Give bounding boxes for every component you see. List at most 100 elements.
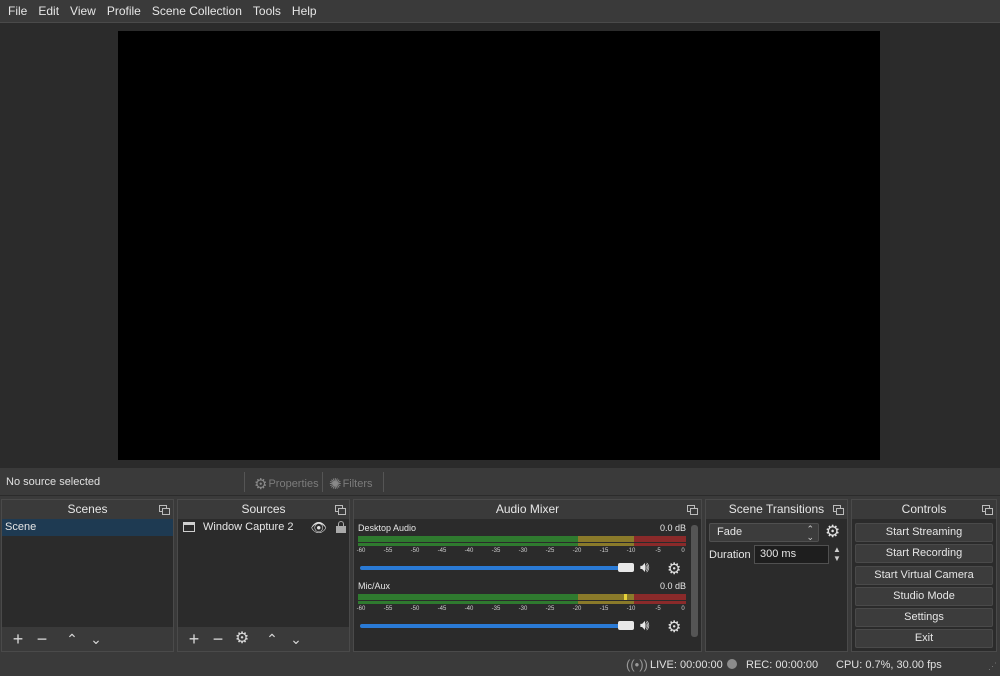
controls-title-text: Controls: [901, 502, 947, 516]
menu-bar: File Edit View Profile Scene Collection …: [0, 0, 1000, 22]
menu-tools[interactable]: Tools: [248, 0, 286, 22]
start-streaming-button[interactable]: Start Streaming: [855, 523, 993, 542]
filter-icon: ✺: [329, 476, 342, 493]
channel-level: 0.0 dB: [659, 523, 686, 533]
remove-source-button[interactable]: −: [206, 629, 230, 649]
context-bar: No source selected ⚙ Properties ✺ Filter…: [0, 469, 1000, 496]
volume-slider-handle[interactable]: [618, 621, 634, 630]
float-icon[interactable]: [982, 505, 993, 515]
channel-level: 0.0 dB: [659, 581, 686, 591]
mixer-title: Audio Mixer: [354, 500, 701, 519]
move-source-down-button[interactable]: ⌄: [284, 629, 308, 649]
source-item-label: Window Capture 2: [203, 521, 294, 533]
float-icon[interactable]: [159, 505, 170, 515]
sources-toolbar: + − ⚙ ⌃ ⌄: [178, 627, 349, 651]
mixer-title-text: Audio Mixer: [495, 502, 560, 516]
scenes-list[interactable]: Scene: [2, 519, 173, 627]
duration-label: Duration: [709, 549, 751, 561]
float-icon[interactable]: [687, 505, 698, 515]
sources-title: Sources: [178, 500, 349, 519]
resize-grip-icon[interactable]: ⋰: [988, 662, 998, 674]
volume-meter: [358, 601, 686, 604]
speaker-icon[interactable]: 🔊︎: [640, 617, 649, 634]
properties-button[interactable]: ⚙ Properties: [254, 475, 319, 493]
remove-scene-button[interactable]: −: [30, 629, 54, 649]
live-status: LIVE: 00:00:00: [650, 659, 723, 671]
context-separator: [383, 472, 384, 492]
gear-icon: ⚙: [254, 476, 268, 493]
gear-icon[interactable]: ⚙: [667, 617, 681, 637]
channel-mic-aux: Mic/Aux 0.0 dB -60 -55 -50 -45 -40 -35 -…: [356, 581, 686, 637]
source-properties-button[interactable]: ⚙: [230, 629, 254, 649]
move-scene-down-button[interactable]: ⌄: [84, 629, 108, 649]
rec-status: REC: 00:00:00: [746, 659, 819, 671]
scenes-title-text: Scenes: [67, 502, 108, 516]
no-source-label: No source selected: [6, 476, 101, 488]
volume-meter: [358, 543, 686, 546]
speaker-icon[interactable]: 🔊︎: [640, 559, 649, 576]
scene-item[interactable]: Scene: [2, 519, 173, 536]
eye-icon[interactable]: 👁: [310, 519, 327, 536]
studio-mode-button[interactable]: Studio Mode: [855, 586, 993, 606]
settings-button[interactable]: Settings: [855, 608, 993, 628]
transition-selected: Fade: [717, 526, 743, 538]
volume-slider[interactable]: [360, 566, 628, 570]
window-capture-icon: [183, 522, 195, 533]
float-icon[interactable]: [833, 505, 844, 515]
filters-button[interactable]: ✺ Filters: [329, 475, 373, 493]
sources-dock: Sources Window Capture 2 👁 + − ⚙ ⌃ ⌄: [177, 499, 350, 652]
context-separator: [322, 472, 323, 492]
exit-button[interactable]: Exit: [855, 629, 993, 649]
channel-desktop-audio: Desktop Audio 0.0 dB -60 -55 -50 -45 -40…: [356, 523, 686, 579]
meter-ticks: -60 -55 -50 -45 -40 -35 -30 -25 -20 -15 …: [356, 606, 685, 612]
menu-edit[interactable]: Edit: [33, 0, 64, 22]
cpu-status: CPU: 0.7%, 30.00 fps: [836, 659, 942, 671]
source-item[interactable]: Window Capture 2 👁: [178, 519, 349, 536]
gear-icon[interactable]: ⚙: [667, 559, 681, 579]
transition-select[interactable]: Fade ⌃ ⌄: [709, 523, 819, 542]
float-icon[interactable]: [335, 505, 346, 515]
volume-slider[interactable]: [360, 624, 628, 628]
sources-list[interactable]: Window Capture 2 👁: [178, 519, 349, 627]
broadcast-icon: ((•)): [626, 657, 648, 672]
mixer-scrollbar[interactable]: [691, 525, 698, 637]
menu-view[interactable]: View: [65, 0, 101, 22]
transitions-body: Fade ⌃ ⌄ ⚙ Duration 300 ms ▲ ▼: [706, 519, 847, 651]
transitions-title: Scene Transitions: [706, 500, 847, 519]
menu-file[interactable]: File: [3, 0, 32, 22]
menu-profile[interactable]: Profile: [102, 0, 146, 22]
scenes-dock: Scenes Scene + − ⌃ ⌄: [1, 499, 174, 652]
controls-dock: Controls Start Streaming Start Recording…: [851, 499, 997, 652]
properties-label: Properties: [268, 478, 319, 490]
sources-title-text: Sources: [241, 502, 286, 516]
preview-canvas[interactable]: [118, 31, 880, 460]
context-separator: [244, 472, 245, 492]
volume-meter: [358, 536, 686, 542]
menu-help[interactable]: Help: [287, 0, 322, 22]
move-source-up-button[interactable]: ⌃: [260, 629, 284, 649]
lock-icon[interactable]: [336, 521, 346, 533]
start-virtual-camera-button[interactable]: Start Virtual Camera: [855, 565, 993, 585]
add-scene-button[interactable]: +: [6, 629, 30, 649]
menu-scene-collection[interactable]: Scene Collection: [147, 0, 247, 22]
channel-name: Desktop Audio: [358, 523, 417, 533]
duration-input[interactable]: 300 ms: [754, 545, 829, 564]
mixer-body: Desktop Audio 0.0 dB -60 -55 -50 -45 -40…: [354, 519, 701, 651]
status-bar: ((•)) LIVE: 00:00:00 REC: 00:00:00 CPU: …: [0, 654, 1000, 676]
filters-label: Filters: [342, 478, 373, 490]
volume-meter: [358, 594, 686, 600]
preview-area: [0, 22, 1000, 468]
transitions-title-text: Scene Transitions: [728, 502, 825, 516]
scenes-toolbar: + − ⌃ ⌄: [2, 627, 173, 651]
meter-ticks: -60 -55 -50 -45 -40 -35 -30 -25 -20 -15 …: [356, 548, 685, 554]
move-scene-up-button[interactable]: ⌃: [60, 629, 84, 649]
scene-transitions-dock: Scene Transitions Fade ⌃ ⌄ ⚙ Duration 300…: [705, 499, 848, 652]
gear-icon[interactable]: ⚙: [825, 522, 840, 542]
start-recording-button[interactable]: Start Recording: [855, 544, 993, 564]
controls-title: Controls: [852, 500, 996, 519]
chevron-updown-icon: ⌃ ⌄: [806, 524, 814, 542]
volume-slider-handle[interactable]: [618, 563, 634, 572]
duration-spinner[interactable]: ▲ ▼: [831, 545, 843, 564]
add-source-button[interactable]: +: [182, 629, 206, 649]
controls-body: Start Streaming Start Recording Start Vi…: [852, 519, 996, 651]
